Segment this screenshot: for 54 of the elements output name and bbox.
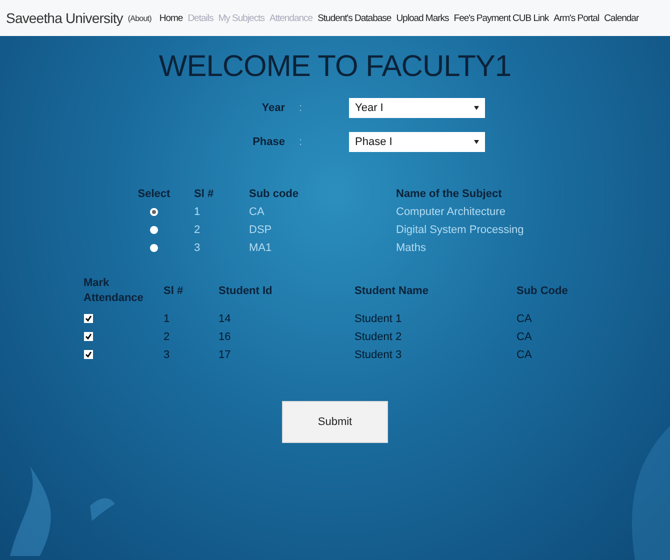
nav-link[interactable]: Home	[159, 12, 183, 24]
table-cell-text: DSP	[249, 224, 273, 236]
table-cell-text: 2	[194, 224, 202, 236]
table-cell-text: CA	[516, 330, 533, 343]
table-cell-text: Student 3	[354, 348, 403, 361]
field-label: Year	[260, 102, 285, 114]
submit-button[interactable]: Submit	[282, 400, 388, 443]
nav-link[interactable]: Calendar	[604, 12, 639, 24]
checkbox[interactable]	[84, 314, 92, 324]
table-cell-text: Computer Architecture	[396, 206, 506, 218]
nav-link[interactable]: Fee's Payment CUB Link	[454, 12, 549, 24]
table-cell-text: 16	[218, 330, 232, 343]
brand-name: Saveetha University	[6, 10, 123, 26]
column-header: Student Name	[354, 285, 430, 298]
column-header: Sl #	[194, 188, 215, 200]
nav-link[interactable]: Upload Marks	[396, 12, 449, 24]
checkbox[interactable]	[84, 332, 92, 342]
table-cell-text: MA1	[249, 242, 273, 254]
field-label: Phase	[252, 136, 285, 148]
table-cell-text: 2	[164, 330, 171, 343]
about-link[interactable]: (About)	[128, 14, 152, 22]
column-header: Select	[138, 188, 170, 200]
colon-separator: :	[298, 102, 304, 114]
table-cell-text: CA	[249, 206, 266, 218]
table-cell-text: CA	[516, 312, 533, 325]
column-header: Name of the Subject	[396, 188, 503, 200]
table-cell-text: Maths	[396, 242, 427, 254]
radio-button[interactable]	[150, 244, 158, 252]
nav-link[interactable]: Student's Database	[318, 12, 392, 24]
dropdown[interactable]: Phase I	[349, 132, 485, 152]
caret-icon	[474, 139, 479, 145]
column-header: Sub code	[249, 188, 300, 200]
caret-icon	[474, 105, 479, 111]
table-cell-text: 3	[164, 348, 171, 361]
table-cell-text: Digital System Processing	[396, 224, 525, 236]
checkbox[interactable]	[84, 350, 92, 360]
dropdown[interactable]: Year I	[349, 98, 485, 118]
table-cell-text: Student 2	[354, 330, 403, 343]
nav-link[interactable]: Arm's Portal	[554, 12, 600, 24]
table-cell-text: 1	[164, 312, 171, 325]
table-cell-text: 3	[194, 242, 202, 254]
radio-button[interactable]	[150, 208, 158, 216]
column-header: Sub Code	[516, 285, 569, 298]
table-cell-text: 14	[218, 312, 232, 325]
radio-button[interactable]	[150, 226, 158, 234]
column-header: Mark Attendance	[84, 276, 144, 306]
column-header: Sl #	[164, 285, 184, 298]
table-cell-text: CA	[516, 348, 533, 361]
colon-separator: :	[298, 136, 304, 148]
column-header: Student Id	[218, 285, 274, 298]
table-cell-text: Student 1	[354, 312, 403, 325]
table-cell-text: 1	[194, 206, 202, 218]
table-cell-text: 17	[218, 348, 232, 361]
page-title: WELCOME TO FACULTY1	[158, 50, 512, 84]
